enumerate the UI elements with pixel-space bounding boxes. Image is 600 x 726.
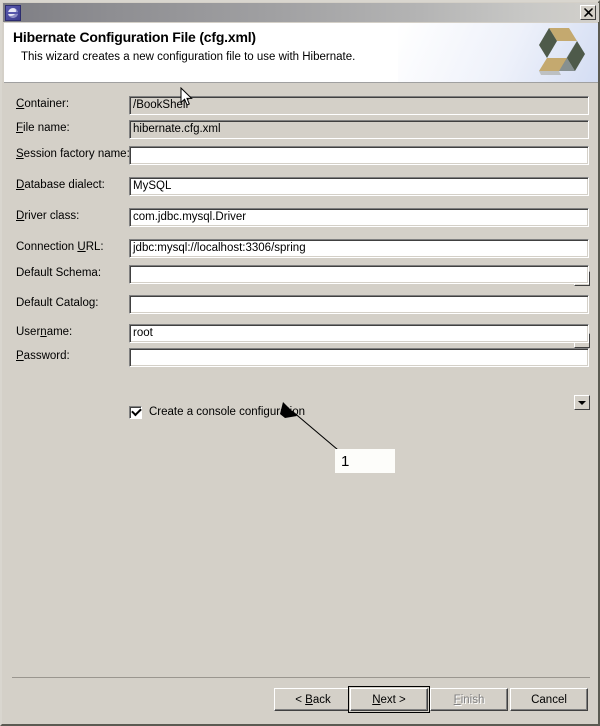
label-connection-url-post: RL: <box>85 241 104 253</box>
console-configuration-checkbox-row[interactable]: Create a console configuration <box>129 404 305 420</box>
next-button-inner: Next > <box>350 688 428 711</box>
hibernate-config-wizard-dialog: Hibernate Configuration File (cfg.xml) H… <box>0 0 600 726</box>
cancel-button-label: Cancel <box>531 693 567 706</box>
footer-separator <box>12 677 590 678</box>
label-connection-url-pre: Connection <box>16 241 78 253</box>
database-dialect-combo[interactable]: MySQL <box>129 177 589 196</box>
finish-button-post: inish <box>460 693 485 706</box>
next-button-post: ext > <box>380 693 406 706</box>
label-file-name-text: ile name: <box>23 122 70 134</box>
annotation-step-number: 1 <box>335 449 395 473</box>
default-schema-input[interactable] <box>129 265 589 284</box>
connection-url-combo[interactable]: jdbc:mysql://localhost:3306/spring <box>129 239 589 258</box>
chevron-down-glyph <box>578 400 586 405</box>
finish-button-mnemonic: F <box>453 693 461 706</box>
title-bar[interactable]: Hibernate Configuration File (cfg.xml) <box>3 3 599 22</box>
field-row-username: Username: root <box>4 324 598 343</box>
label-file-name: File name: <box>16 122 70 134</box>
field-row-default-catalog: Default Catalog: <box>4 295 598 314</box>
driver-class-combo[interactable]: com.jdbc.mysql.Driver <box>129 208 589 227</box>
field-row-default-schema: Default Schema: <box>4 265 598 284</box>
hibernate-logo <box>539 28 585 75</box>
label-driver-class-text: river class: <box>24 210 80 222</box>
eclipse-icon <box>5 4 21 21</box>
label-database-dialect-text: atabase dialect: <box>24 179 105 191</box>
back-button-post: ack <box>312 693 331 706</box>
page-subtitle: This wizard creates a new configuration … <box>21 51 356 63</box>
cancel-button[interactable]: Cancel <box>510 688 588 711</box>
label-connection-url-mnemonic: U <box>77 241 86 253</box>
password-input[interactable] <box>129 348 589 367</box>
label-default-catalog: Default Catalog: <box>16 297 99 309</box>
field-row-file-name: File name: hibernate.cfg.xml <box>4 120 598 139</box>
label-password-text: assword: <box>23 350 70 362</box>
console-configuration-checkbox[interactable] <box>129 405 142 419</box>
label-session-factory-name-mnemonic: S <box>16 148 24 160</box>
field-row-driver-class: Driver class: com.jdbc.mysql.Driver <box>4 208 598 348</box>
label-connection-url: Connection URL: <box>16 241 104 253</box>
back-button-pre: < <box>295 693 306 706</box>
label-container: Container: <box>16 98 69 110</box>
label-container-text: ontainer: <box>24 98 70 110</box>
session-factory-name-input[interactable] <box>129 146 589 165</box>
next-button[interactable]: Next > <box>348 686 430 713</box>
label-session-factory-name: Session factory name: <box>16 148 130 160</box>
next-button-mnemonic: N <box>372 693 381 706</box>
label-session-factory-name-text: ession factory name: <box>23 148 130 160</box>
label-username: Username: <box>16 326 72 338</box>
next-button-label: Next > <box>372 694 406 706</box>
close-x-glyph <box>583 8 593 17</box>
back-button-mnemonic: B <box>305 693 313 706</box>
label-file-name-mnemonic: F <box>16 122 24 134</box>
close-icon[interactable] <box>580 5 596 20</box>
page-title: Hibernate Configuration File (cfg.xml) <box>13 29 256 45</box>
wizard-button-bar: < Back Next > Finish Cancel <box>2 686 598 716</box>
wizard-banner: Hibernate Configuration File (cfg.xml) T… <box>4 23 598 83</box>
wizard-form: Container: /BookShelf File name: hiberna… <box>4 84 598 674</box>
field-row-password: Password: <box>4 348 598 367</box>
field-row-container: Container: /BookShelf <box>4 96 598 115</box>
finish-button: Finish <box>430 688 508 711</box>
field-row-database-dialect: Database dialect: MySQL <box>4 177 598 286</box>
back-button-label: < Back <box>295 694 331 706</box>
back-button[interactable]: < Back <box>274 688 352 711</box>
label-driver-class: Driver class: <box>16 210 79 222</box>
field-row-connection-url: Connection URL: jdbc:mysql://localhost:3… <box>4 239 598 410</box>
label-password: Password: <box>16 350 70 362</box>
field-row-session-factory-name: Session factory name: <box>4 146 598 165</box>
checkmark-icon <box>131 405 142 416</box>
file-name-input[interactable]: hibernate.cfg.xml <box>129 120 589 139</box>
finish-button-label: Finish <box>454 694 485 706</box>
eclipse-globe-shape <box>8 7 18 18</box>
username-input[interactable]: root <box>129 324 589 343</box>
console-configuration-checkbox-label: Create a console configuration <box>149 406 305 418</box>
label-password-mnemonic: P <box>16 350 24 362</box>
default-catalog-input[interactable] <box>129 295 589 314</box>
label-username-pre: User <box>16 326 41 338</box>
container-input[interactable]: /BookShelf <box>129 96 589 115</box>
label-database-dialect: Database dialect: <box>16 179 105 191</box>
label-username-post: ame: <box>46 326 73 338</box>
label-default-schema: Default Schema: <box>16 267 102 279</box>
chevron-down-icon[interactable] <box>574 395 590 410</box>
